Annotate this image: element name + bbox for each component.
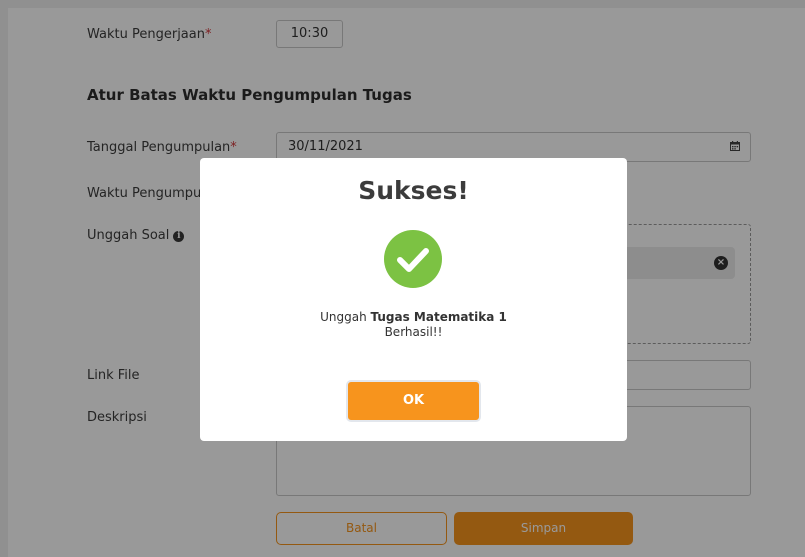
modal-message: Unggah Tugas Matematika 1 Berhasil!!	[200, 310, 627, 340]
ok-button[interactable]: OK	[346, 380, 481, 422]
success-modal: Sukses! Unggah Tugas Matematika 1 Berhas…	[200, 158, 627, 441]
message-prefix: Unggah	[320, 310, 371, 324]
modal-title: Sukses!	[358, 176, 469, 205]
check-circle-icon	[384, 230, 442, 288]
task-name: Tugas Matematika 1	[370, 310, 507, 324]
message-suffix: Berhasil!!	[384, 325, 443, 339]
